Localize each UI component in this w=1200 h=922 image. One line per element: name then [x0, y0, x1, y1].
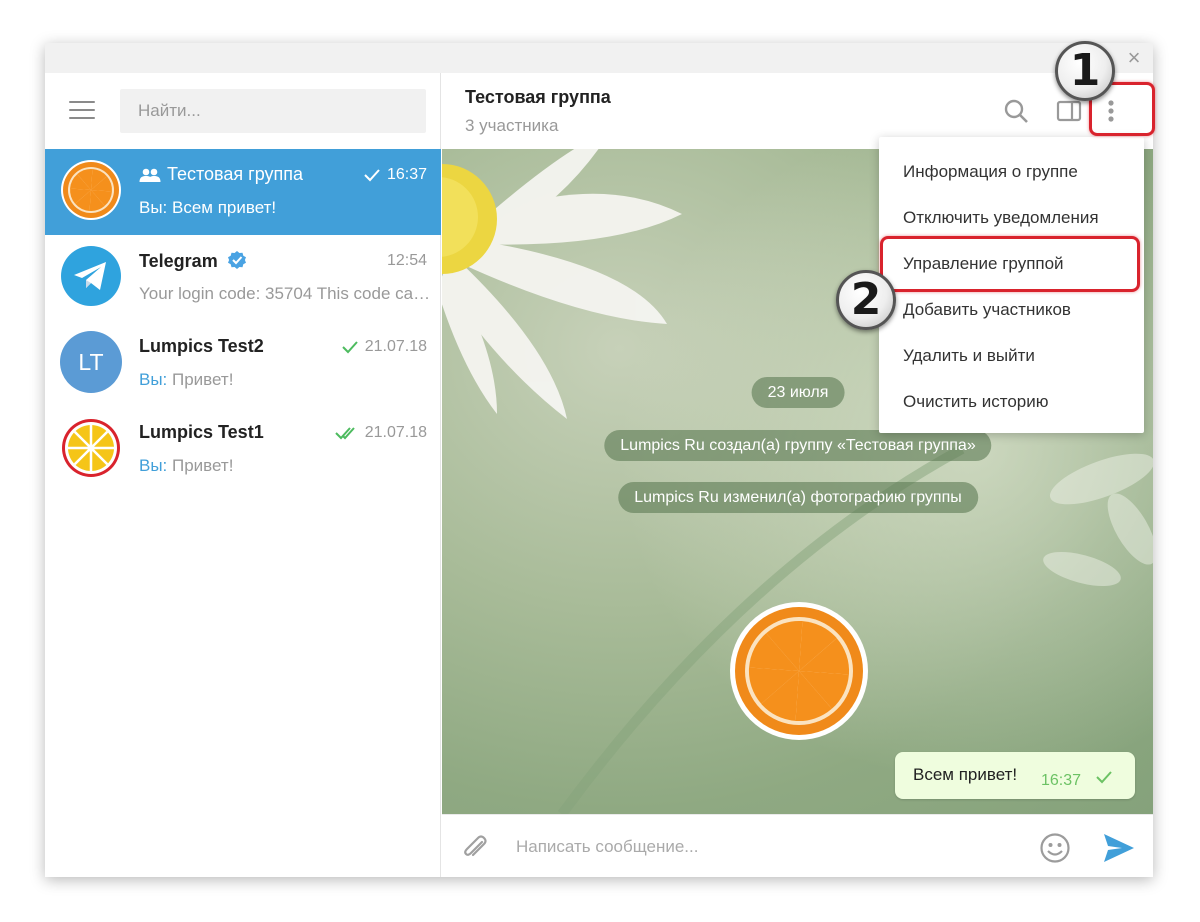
- chat-list: Тестовая группа 16:37 Вы: Всем привет! T…: [45, 149, 441, 493]
- title-bar: ×: [45, 43, 1153, 73]
- initials-avatar: LT: [60, 331, 122, 393]
- search-icon[interactable]: [1002, 97, 1030, 125]
- chat-item-test-group[interactable]: Тестовая группа 16:37 Вы: Всем привет!: [45, 149, 441, 235]
- outgoing-message[interactable]: Всем привет! 16:37: [895, 752, 1135, 799]
- telegram-logo-avatar: [61, 246, 121, 306]
- chat-item-lumpics-test2[interactable]: LT Lumpics Test2 21.07.18 Вы: Привет!: [45, 321, 441, 407]
- service-message: Lumpics Ru создал(а) группу «Тестовая гр…: [604, 430, 992, 461]
- message-input[interactable]: [502, 825, 1022, 869]
- group-icon: [139, 168, 161, 182]
- chat-time: 12:54: [386, 252, 427, 269]
- menu-item-group-info[interactable]: Информация о группе: [879, 149, 1144, 195]
- step-2-badge: 2: [836, 270, 896, 330]
- message-text: Всем привет!: [913, 765, 1018, 784]
- menu-item-add-members[interactable]: Добавить участников: [879, 287, 1144, 333]
- chat-name: Telegram: [139, 250, 253, 272]
- chat-name: Lumpics Test1: [139, 422, 264, 442]
- message-time: 16:37: [1041, 772, 1082, 789]
- chat-time: 21.07.18: [341, 338, 427, 356]
- chat-name: Lumpics Test2: [139, 336, 264, 356]
- highlight-manage-group: [880, 236, 1140, 292]
- chat-time: 21.07.18: [335, 424, 427, 442]
- verified-badge-icon: [227, 251, 246, 269]
- chat-preview: Вы: Привет!: [139, 370, 234, 389]
- check-icon: [1096, 771, 1112, 784]
- search-input[interactable]: [120, 89, 426, 133]
- chat-preview: Вы: Всем привет!: [139, 198, 277, 217]
- check-icon: [364, 169, 380, 182]
- message-composer: [442, 814, 1153, 877]
- orange-slice-avatar: [61, 160, 121, 220]
- attach-icon[interactable]: [460, 833, 490, 863]
- close-window-button[interactable]: ×: [1121, 45, 1147, 71]
- chat-preview: Вы: Привет!: [139, 456, 234, 475]
- step-1-badge: 1: [1055, 41, 1115, 101]
- members-count: 3 участника: [465, 116, 559, 135]
- chat-time: 16:37: [363, 166, 427, 184]
- chat-title[interactable]: Тестовая группа: [465, 87, 611, 108]
- chat-item-telegram[interactable]: Telegram 12:54 Your login code: 35704 Th…: [45, 235, 441, 321]
- chat-item-lumpics-test1[interactable]: Lumpics Test1 21.07.18 Вы: Привет!: [45, 407, 441, 493]
- send-icon[interactable]: [1102, 832, 1136, 864]
- lemon-slice-avatar: [61, 418, 121, 478]
- service-message: Lumpics Ru изменил(а) фотографию группы: [618, 482, 978, 513]
- sidebar: Тестовая группа 16:37 Вы: Всем привет! T…: [45, 73, 441, 877]
- menu-item-mute-notifications[interactable]: Отключить уведомления: [879, 195, 1144, 241]
- sidebar-toggle-icon[interactable]: [1055, 97, 1083, 125]
- menu-item-delete-and-leave[interactable]: Удалить и выйти: [879, 333, 1144, 379]
- chat-name: Тестовая группа: [139, 164, 303, 185]
- group-photo[interactable]: [729, 601, 869, 741]
- chat-preview: Your login code: 35704 This code can be …: [139, 284, 431, 303]
- date-pill: 23 июля: [751, 377, 845, 408]
- check-icon: [342, 341, 358, 354]
- hamburger-menu-icon[interactable]: [69, 101, 95, 121]
- emoji-icon[interactable]: [1039, 832, 1071, 864]
- double-check-icon: [335, 427, 355, 440]
- menu-item-clear-history[interactable]: Очистить историю: [879, 379, 1144, 425]
